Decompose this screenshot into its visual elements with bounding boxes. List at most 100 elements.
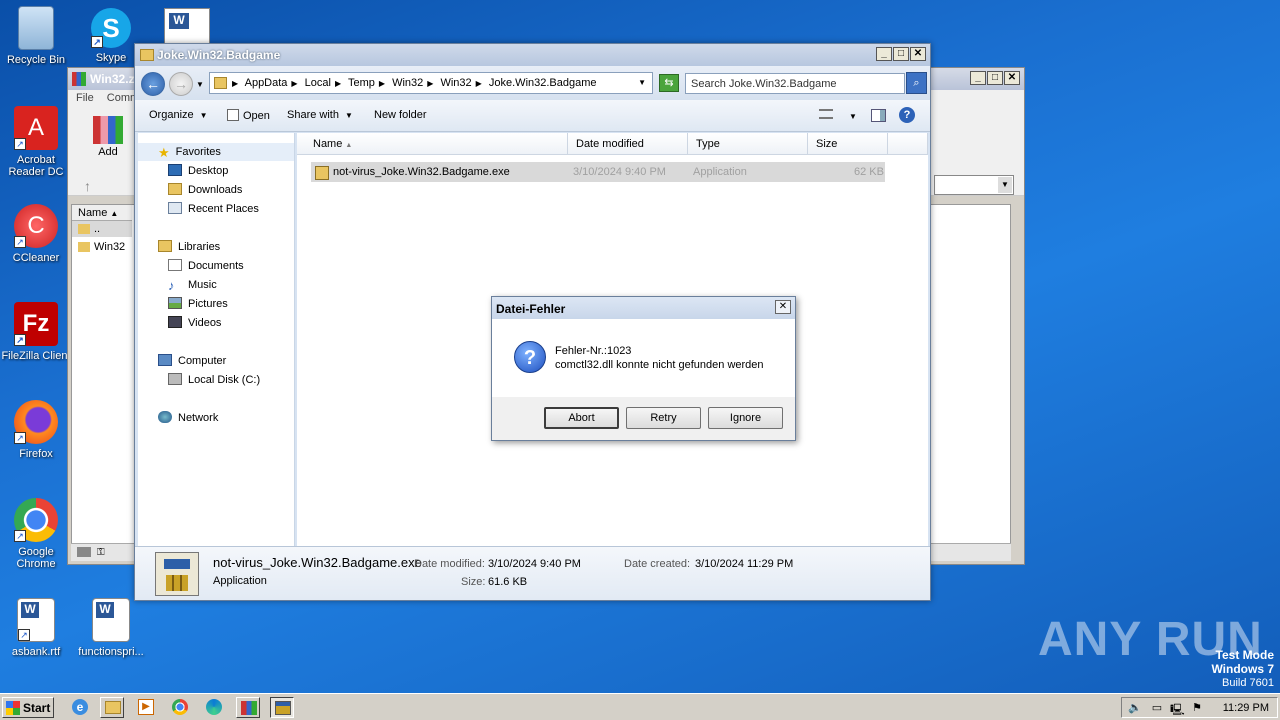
breadcrumb-separator[interactable]: ▶ bbox=[476, 79, 482, 88]
maximize-button[interactable]: □ bbox=[987, 71, 1003, 85]
view-options-button[interactable]: ▼ bbox=[819, 109, 857, 122]
list-item[interactable]: Win32 bbox=[72, 239, 132, 255]
organize-button[interactable]: Organize ▼ bbox=[149, 109, 208, 121]
desktop-icon-label: Google Chrome bbox=[16, 546, 56, 570]
desktop-icon-firefox[interactable]: ↗ Firefox bbox=[1, 400, 71, 460]
windows-logo-icon bbox=[6, 701, 20, 715]
up-arrow-icon[interactable]: ↑ bbox=[84, 178, 91, 194]
address-bar[interactable]: ▶ AppData ▶ Local ▶ Temp ▶ Win32 ▶ Win32 ▶ Jo… bbox=[209, 72, 653, 94]
retry-button[interactable]: Retry bbox=[626, 407, 701, 429]
start-label: Start bbox=[23, 701, 51, 715]
back-button[interactable]: ← bbox=[141, 72, 165, 96]
address-dropdown-icon[interactable]: ▼ bbox=[638, 78, 646, 87]
breadcrumb-separator[interactable]: ▶ bbox=[335, 79, 341, 88]
nav-computer[interactable]: Computer bbox=[158, 354, 226, 367]
nav-downloads[interactable]: Downloads bbox=[168, 183, 242, 196]
nav-label: Local Disk (C:) bbox=[188, 374, 261, 386]
action-center-flag-icon[interactable]: ⚑ bbox=[1190, 701, 1204, 715]
dialog-title[interactable]: Datei-Fehler bbox=[492, 297, 795, 319]
nav-favorites[interactable]: ★ Favorites bbox=[158, 145, 221, 160]
nav-network[interactable]: Network bbox=[158, 411, 218, 424]
shortcut-arrow-icon: ↗ bbox=[14, 334, 26, 346]
minimize-button[interactable]: _ bbox=[970, 71, 986, 85]
breadcrumb-separator[interactable]: ▶ bbox=[379, 79, 385, 88]
error-dialog[interactable]: Datei-Fehler ✕ ? Fehler-Nr.:1023 comctl3… bbox=[491, 296, 796, 441]
desktop-icon-filezilla[interactable]: Fz ↗ FileZilla Client bbox=[1, 302, 71, 362]
nav-desktop[interactable]: Desktop bbox=[168, 164, 228, 177]
search-input[interactable]: Search Joke.Win32.Badgame bbox=[685, 73, 905, 94]
help-button[interactable]: ? bbox=[899, 107, 915, 123]
taskbar-edge-icon[interactable] bbox=[202, 697, 226, 718]
breadcrumb-appdata[interactable]: AppData bbox=[245, 77, 288, 89]
recent-pages-chevron-icon[interactable]: ▼ bbox=[196, 80, 204, 89]
star-icon: ★ bbox=[158, 145, 170, 160]
preview-pane-button[interactable] bbox=[871, 109, 886, 125]
close-button[interactable]: ✕ bbox=[1004, 71, 1020, 85]
folder-icon bbox=[78, 242, 90, 252]
share-with-button[interactable]: Share with ▼ bbox=[287, 109, 353, 121]
nav-videos[interactable]: Videos bbox=[168, 316, 221, 329]
close-button[interactable]: ✕ bbox=[910, 47, 926, 61]
breadcrumb-local[interactable]: Local bbox=[305, 77, 331, 89]
desktop-icon-asbank[interactable]: W ↗ asbank.rtf bbox=[1, 598, 71, 658]
taskbar-chrome-icon[interactable] bbox=[168, 697, 192, 718]
taskbar-media-player-icon[interactable]: ▶ bbox=[134, 697, 158, 718]
desktop-icon-ccleaner[interactable]: C ↗ CCleaner bbox=[1, 204, 71, 264]
desktop-icon-chrome[interactable]: ↗ Google Chrome bbox=[1, 498, 71, 570]
nav-documents[interactable]: Documents bbox=[168, 259, 244, 272]
clock[interactable]: 11:29 PM bbox=[1223, 702, 1269, 714]
nav-recent-places[interactable]: Recent Places bbox=[168, 202, 259, 215]
music-icon: ♪ bbox=[168, 278, 175, 293]
volume-icon[interactable]: 🔈 bbox=[1128, 701, 1142, 715]
desktop-icon-label: FileZilla Client bbox=[1, 350, 71, 362]
forward-button[interactable]: → bbox=[169, 72, 193, 96]
nav-pictures[interactable]: Pictures bbox=[168, 297, 228, 310]
desktop-icon-acrobat[interactable]: A ↗ Acrobat Reader DC bbox=[1, 106, 71, 178]
new-folder-button[interactable]: New folder bbox=[374, 109, 427, 121]
dropdown-field[interactable]: ▼ bbox=[934, 175, 1014, 195]
chevron-down-icon: ▼ bbox=[849, 112, 857, 121]
taskbar-ie-icon[interactable]: e bbox=[68, 697, 92, 718]
desktop-icon-recycle-bin[interactable]: Recycle Bin bbox=[1, 6, 71, 66]
breadcrumb-win32-2[interactable]: Win32 bbox=[440, 77, 471, 89]
breadcrumb-temp[interactable]: Temp bbox=[348, 77, 375, 89]
desktop-icon-functionspri[interactable]: W functionspri... bbox=[76, 598, 146, 658]
explorer-titlebar[interactable]: Joke.Win32.Badgame bbox=[135, 44, 930, 66]
nav-local-disk[interactable]: Local Disk (C:) bbox=[168, 373, 260, 386]
list-item[interactable]: .. bbox=[72, 221, 132, 237]
minimize-button[interactable]: _ bbox=[876, 47, 892, 61]
column-header-name[interactable]: Name ▲ bbox=[297, 133, 568, 155]
column-header-date-modified[interactable]: Date modified bbox=[568, 133, 688, 155]
videos-icon bbox=[168, 316, 182, 328]
breadcrumb-win32[interactable]: Win32 bbox=[392, 77, 423, 89]
close-button[interactable]: ✕ bbox=[775, 300, 791, 314]
shortcut-arrow-icon: ↗ bbox=[14, 530, 26, 542]
start-button[interactable]: Start bbox=[2, 697, 54, 718]
maximize-button[interactable]: □ bbox=[893, 47, 909, 61]
abort-button[interactable]: Abort bbox=[544, 407, 619, 429]
refresh-button[interactable]: ⇆ bbox=[659, 74, 679, 92]
breadcrumb-current[interactable]: Joke.Win32.Badgame bbox=[489, 77, 597, 89]
nav-libraries[interactable]: Libraries bbox=[158, 240, 220, 253]
network-tray-icon[interactable]: 🖳 bbox=[1170, 701, 1185, 716]
breadcrumb-separator[interactable]: ▶ bbox=[291, 79, 297, 88]
nav-label: Desktop bbox=[188, 165, 229, 177]
word-document-icon[interactable]: W bbox=[164, 8, 210, 44]
menu-file[interactable]: File bbox=[76, 92, 94, 104]
ignore-button[interactable]: Ignore bbox=[708, 407, 783, 429]
search-icon[interactable]: ⌕ bbox=[906, 72, 927, 94]
nav-music[interactable]: ♪ Music bbox=[168, 278, 217, 293]
open-button[interactable]: Open bbox=[227, 109, 270, 122]
add-archive-button[interactable]: Add bbox=[86, 116, 130, 158]
details-size-label: Size: bbox=[461, 576, 486, 588]
column-header-size[interactable]: Size bbox=[808, 133, 888, 155]
column-header-name[interactable]: Name ▲ bbox=[72, 205, 132, 221]
column-header-filler bbox=[888, 133, 928, 155]
column-header-type[interactable]: Type bbox=[688, 133, 808, 155]
taskbar-winrar-icon[interactable] bbox=[236, 697, 260, 718]
table-row[interactable]: not-virus_Joke.Win32.Badgame.exe 3/10/20… bbox=[311, 162, 885, 182]
breadcrumb-separator[interactable]: ▶ bbox=[427, 79, 433, 88]
usb-icon[interactable]: ▭ bbox=[1150, 701, 1164, 715]
taskbar-badgame-icon[interactable] bbox=[270, 697, 294, 718]
taskbar-explorer-icon[interactable] bbox=[100, 697, 124, 718]
